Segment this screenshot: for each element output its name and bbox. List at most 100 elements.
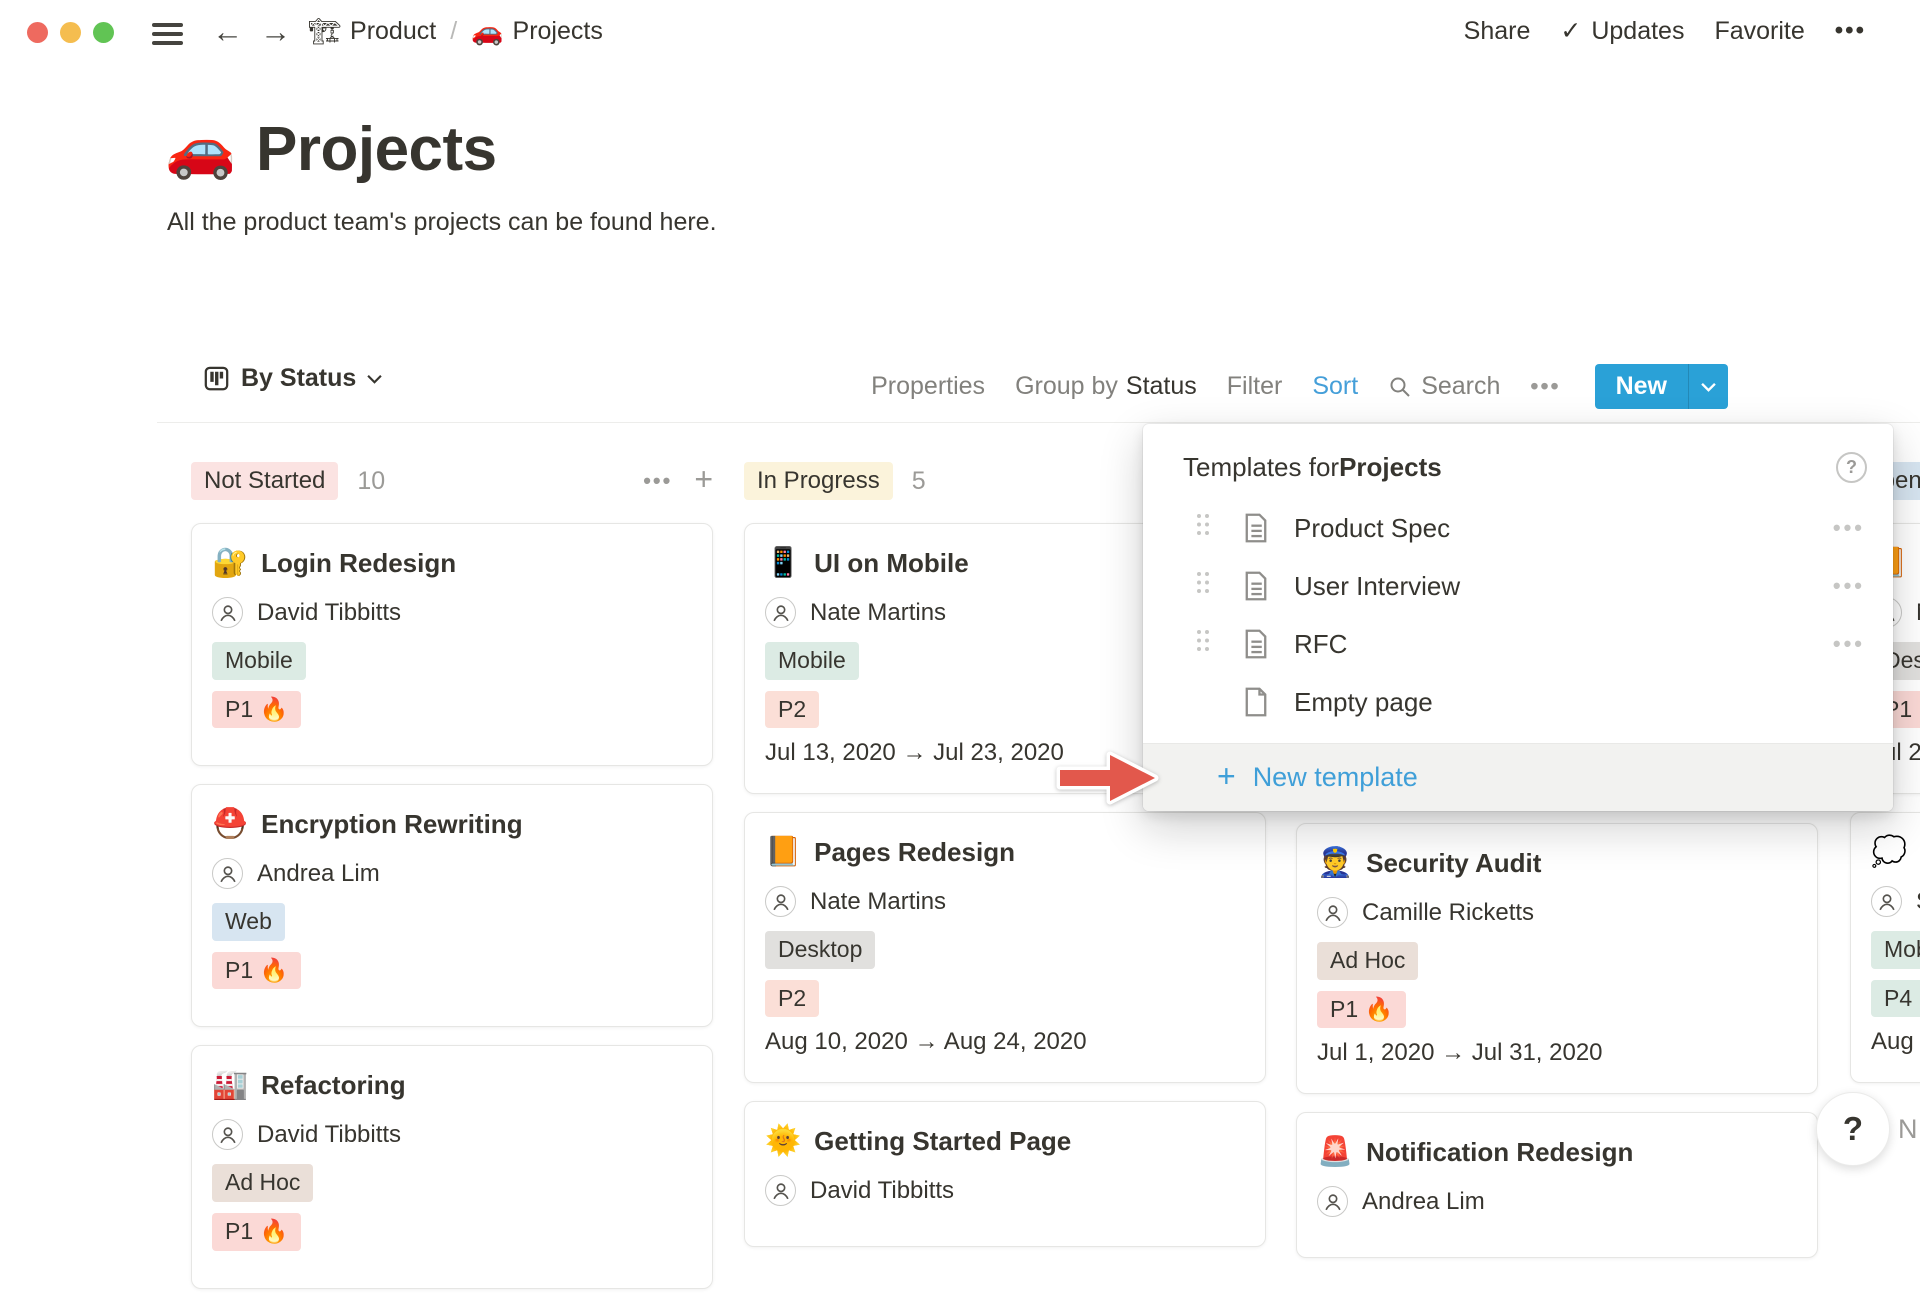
- template-item-empty-page[interactable]: Empty page: [1143, 673, 1893, 731]
- template-more-icon[interactable]: •••: [1833, 631, 1865, 657]
- person-name: David Tibbitts: [810, 1177, 954, 1205]
- favorite-button[interactable]: Favorite: [1714, 17, 1804, 46]
- popup-help-icon[interactable]: ?: [1836, 452, 1867, 483]
- template-more-icon[interactable]: •••: [1833, 573, 1865, 599]
- window-more-icon[interactable]: •••: [1835, 17, 1866, 45]
- card-emoji: 🔐: [212, 549, 248, 578]
- toolbar-divider: [157, 422, 1920, 423]
- status-badge[interactable]: Not Started: [191, 462, 338, 501]
- platform-tag: Mobile: [765, 642, 859, 680]
- page-icon: [1243, 513, 1269, 543]
- templates-popup-header: Templates for Projects ?: [1143, 424, 1893, 499]
- priority-tag: P1 🔥: [212, 952, 301, 990]
- page-icon: [1243, 571, 1269, 601]
- properties-button[interactable]: Properties: [871, 372, 985, 401]
- breadcrumb: 🏗 Product / 🚗 Projects: [308, 16, 603, 47]
- template-item-user-interview[interactable]: User Interview •••: [1143, 557, 1893, 615]
- partial-text-fragment: N: [1898, 1114, 1918, 1145]
- card-emoji: ⛑️: [212, 810, 248, 839]
- back-icon[interactable]: ←: [212, 14, 243, 50]
- new-template-label: New template: [1253, 762, 1418, 793]
- priority-tag: P1 🔥: [212, 1213, 301, 1251]
- product-emoji-icon: 🏗: [308, 16, 341, 47]
- popup-title-prefix: Templates for: [1183, 452, 1339, 483]
- person-name: S: [1916, 888, 1920, 916]
- project-card-encryption-rewriting[interactable]: ⛑️ Encryption Rewriting Andrea Lim Web P…: [191, 784, 713, 1027]
- new-template-button[interactable]: + New template: [1143, 743, 1893, 811]
- new-button-label[interactable]: New: [1595, 364, 1688, 409]
- breadcrumb-separator: /: [445, 17, 462, 46]
- column-count: 10: [357, 467, 385, 496]
- project-card-getting-started-page[interactable]: 🌞 Getting Started Page David Tibbitts: [744, 1101, 1266, 1247]
- updates-button[interactable]: ✓ Updates: [1560, 16, 1684, 46]
- templates-popup: Templates for Projects ? Product Spec ••…: [1143, 424, 1893, 811]
- card-emoji: 🚨: [1317, 1138, 1353, 1167]
- drag-handle-icon[interactable]: [1195, 570, 1214, 602]
- drag-handle-icon[interactable]: [1195, 628, 1214, 660]
- platform-tag: Mobile: [1871, 931, 1920, 969]
- project-card-login-redesign[interactable]: 🔐 Login Redesign David Tibbitts Mobile P…: [191, 523, 713, 766]
- forward-icon[interactable]: →: [260, 14, 291, 50]
- column-count: 5: [912, 467, 926, 496]
- search-label: Search: [1421, 372, 1500, 401]
- date-range: Aug 3: [1871, 1028, 1920, 1056]
- help-button[interactable]: ?: [1816, 1092, 1890, 1166]
- breadcrumb-product[interactable]: Product: [350, 17, 436, 46]
- filter-button[interactable]: Filter: [1227, 372, 1283, 401]
- check-icon: ✓: [1560, 16, 1581, 46]
- group-by-label: Group by: [1015, 372, 1118, 401]
- share-button[interactable]: Share: [1464, 17, 1531, 46]
- new-button-chevron[interactable]: [1688, 364, 1728, 409]
- chevron-down-icon: [1701, 382, 1716, 392]
- template-item-label: User Interview: [1294, 571, 1460, 602]
- traffic-light-close-icon[interactable]: [27, 22, 48, 43]
- view-selector-by-status[interactable]: By Status: [203, 364, 382, 393]
- drag-handle-icon[interactable]: [1195, 512, 1214, 544]
- avatar: [212, 597, 243, 628]
- new-button[interactable]: New: [1595, 364, 1728, 409]
- board-view-icon: [203, 365, 230, 392]
- project-card-notification-redesign[interactable]: 🚨 Notification Redesign Andrea Lim: [1296, 1112, 1818, 1258]
- person-name: N: [1916, 599, 1920, 627]
- person-name: Camille Ricketts: [1362, 899, 1534, 927]
- card-title: UI on Mobile: [814, 548, 969, 579]
- column-more-icon[interactable]: •••: [643, 468, 672, 494]
- toolbar-more-icon[interactable]: •••: [1530, 373, 1560, 400]
- project-card-partial-2[interactable]: 💭 C S Mobile P4 Aug 3: [1850, 812, 1920, 1083]
- group-by-button[interactable]: Group by Status: [1015, 372, 1197, 401]
- sort-button[interactable]: Sort: [1312, 372, 1358, 401]
- breadcrumb-projects[interactable]: Projects: [513, 17, 603, 46]
- search-button[interactable]: Search: [1388, 372, 1500, 401]
- card-title: Pages Redesign: [814, 837, 1015, 868]
- person-name: Nate Martins: [810, 599, 946, 627]
- page-description: All the product team's projects can be f…: [167, 208, 717, 237]
- page-icon-emoji[interactable]: 🚗: [165, 121, 236, 178]
- column-header: Not Started 10 ••• +: [191, 460, 713, 502]
- template-more-icon[interactable]: •••: [1833, 515, 1865, 541]
- template-item-product-spec[interactable]: Product Spec •••: [1143, 499, 1893, 557]
- card-emoji: 🌞: [765, 1127, 801, 1156]
- project-card-refactoring[interactable]: 🏭 Refactoring David Tibbitts Ad Hoc P1 🔥: [191, 1045, 713, 1288]
- traffic-light-minimize-icon[interactable]: [60, 22, 81, 43]
- priority-tag: P1 🔥: [1317, 991, 1406, 1029]
- sidebar-menu-icon[interactable]: [152, 23, 183, 50]
- empty-page-icon: [1243, 687, 1269, 717]
- platform-tag: Mobile: [212, 642, 306, 680]
- card-title: Login Redesign: [261, 548, 456, 579]
- avatar: [1317, 897, 1348, 928]
- project-card-security-audit[interactable]: 👮 Security Audit Camille Ricketts Ad Hoc…: [1296, 823, 1818, 1094]
- date-range: Aug 10, 2020 → Aug 24, 2020: [765, 1028, 1245, 1056]
- column-add-icon[interactable]: +: [694, 461, 713, 498]
- person-name: Andrea Lim: [257, 860, 380, 888]
- platform-tag: Web: [212, 903, 285, 941]
- status-badge[interactable]: In Progress: [744, 462, 893, 501]
- person-name: Nate Martins: [810, 888, 946, 916]
- card-emoji: 📙: [765, 838, 801, 867]
- traffic-light-zoom-icon[interactable]: [93, 22, 114, 43]
- chevron-down-icon: [367, 374, 382, 384]
- card-emoji: 🏭: [212, 1071, 248, 1100]
- priority-tag: P2: [765, 691, 819, 729]
- template-item-rfc[interactable]: RFC •••: [1143, 615, 1893, 673]
- page-title: Projects: [256, 114, 497, 185]
- project-card-pages-redesign[interactable]: 📙 Pages Redesign Nate Martins Desktop P2…: [744, 812, 1266, 1083]
